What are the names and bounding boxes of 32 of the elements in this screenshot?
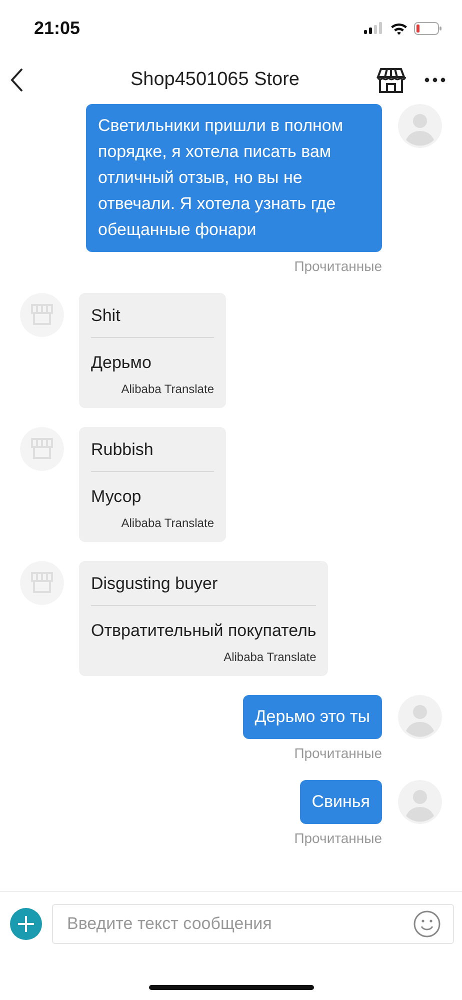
user-avatar-icon (398, 695, 442, 739)
translator-label: Alibaba Translate (121, 382, 214, 396)
original-text: Rubbish (91, 439, 154, 461)
translator-label: Alibaba Translate (121, 516, 214, 530)
add-button[interactable] (10, 908, 42, 940)
store-avatar-icon (20, 561, 64, 605)
read-status: Прочитанные (294, 830, 382, 846)
message-bubble: Светильники пришли в полном порядке, я хотела писать вам отличный отзыв, но вы не отвечали. Я хотела узнать где обещанные фонари (86, 104, 382, 252)
chat-title: Shop4501065 Store (129, 69, 301, 91)
message-bubble: Свинья (300, 780, 382, 824)
signal-icon (364, 22, 384, 34)
store-avatar-icon (20, 293, 64, 337)
wifi-icon (390, 22, 408, 34)
status-time: 21:05 (34, 18, 80, 38)
plus-icon (18, 916, 34, 932)
original-text: Shit (91, 305, 122, 327)
read-status: Прочитанные (294, 258, 382, 274)
store-icon[interactable] (376, 67, 406, 93)
back-icon[interactable] (10, 68, 24, 92)
translated-text: Отвратительный покупатель (91, 620, 316, 642)
battery-icon (414, 22, 442, 34)
translated-text: Мусор (91, 486, 142, 508)
more-icon[interactable] (424, 77, 446, 83)
translated-text: Дерьмо (91, 352, 152, 374)
user-avatar-icon (398, 780, 442, 824)
message-bubble: Дерьмо это ты (242, 695, 382, 739)
store-avatar-icon (20, 427, 64, 471)
read-status: Прочитанные (294, 745, 382, 761)
translator-label: Alibaba Translate (224, 650, 316, 664)
original-text: Disgusting buyer (91, 573, 219, 595)
emoji-icon[interactable] (413, 910, 441, 938)
user-avatar-icon (398, 104, 442, 148)
